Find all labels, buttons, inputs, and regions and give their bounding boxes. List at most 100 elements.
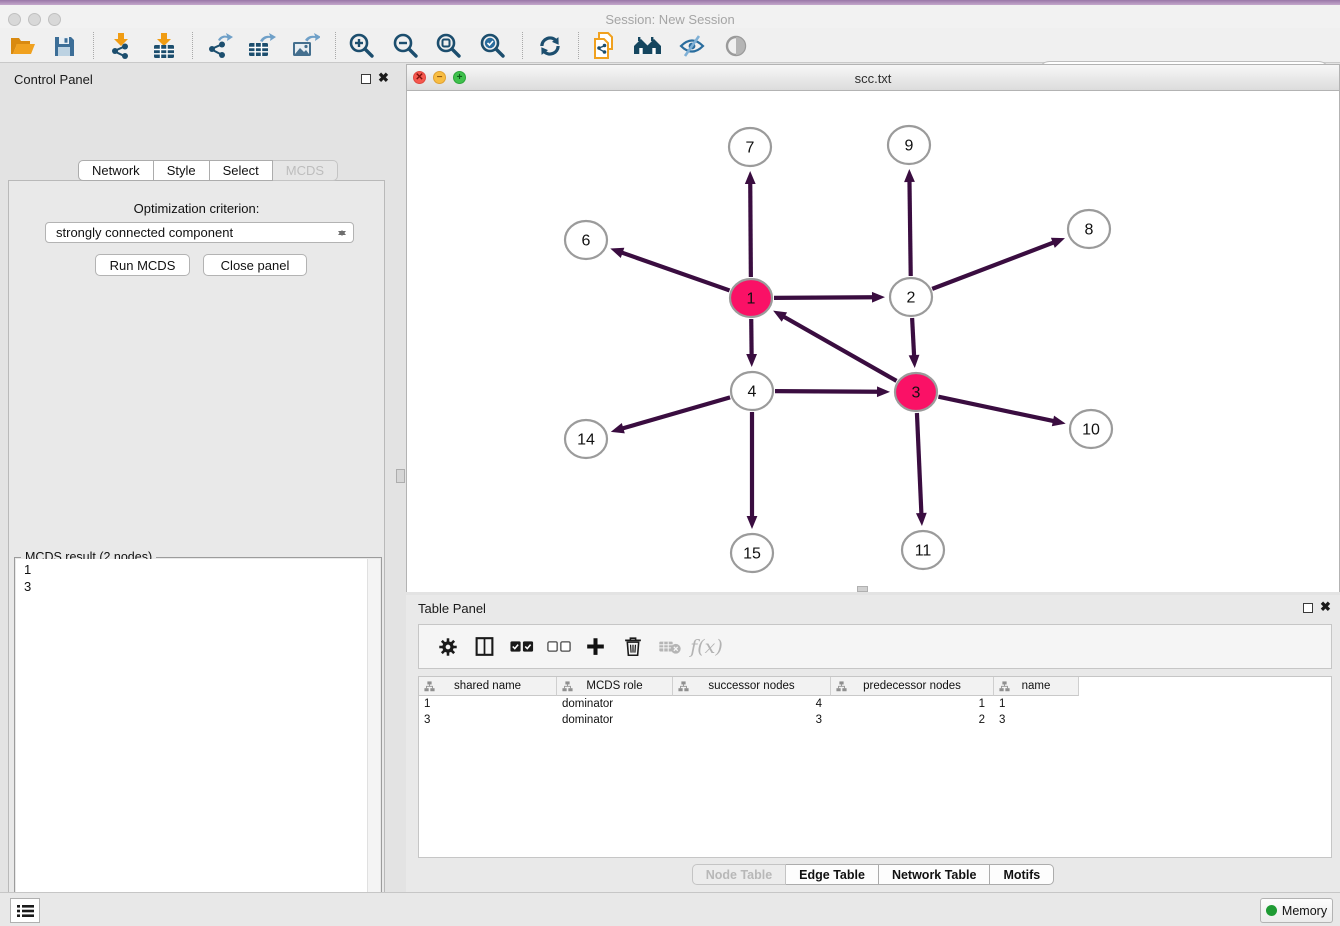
delete-table-icon[interactable] [651,632,688,662]
graph-edge-arrowhead [877,386,890,397]
tab-node-table[interactable]: Node Table [692,864,786,885]
splitter-grip-vertical[interactable] [396,469,405,483]
column-header-predecessor-nodes[interactable]: predecessor nodes [831,677,994,696]
task-history-button[interactable] [10,898,40,923]
optimization-criterion-select[interactable]: strongly connected component [45,222,354,243]
control-panel-title: Control Panel [14,72,93,87]
tab-motifs[interactable]: Motifs [990,864,1054,885]
column-header-label: predecessor nodes [863,680,961,692]
delete-icon[interactable] [614,632,651,662]
unselect-all-columns-icon[interactable] [540,632,577,662]
table-cell[interactable]: 1 [831,696,994,712]
table-cell[interactable]: 3 [673,712,831,728]
function-builder-icon[interactable]: f(x) [688,632,725,662]
hide-selected-icon[interactable] [676,31,708,61]
mcds-result-line: 1 [16,559,380,579]
table-row[interactable]: 1dominator411 [419,696,1331,712]
graph-edge-arrowhead [746,354,757,367]
tab-network-table[interactable]: Network Table [879,864,991,885]
show-hidden-icon[interactable] [720,31,752,61]
tab-mcds[interactable]: MCDS [273,160,338,181]
zoom-out-icon[interactable] [390,31,422,61]
close-panel-icon[interactable]: ✖ [378,70,389,86]
tab-select[interactable]: Select [210,160,273,181]
select-all-columns-icon[interactable] [503,632,540,662]
list-icon [17,904,34,918]
apply-layout-icon[interactable] [534,31,566,61]
float-panel-icon[interactable] [361,74,371,84]
node-table[interactable]: shared nameMCDS role successor nodes prede… [418,676,1332,858]
graph-edge-1-2[interactable] [774,297,874,298]
column-header-name[interactable]: name [994,677,1079,696]
graph-node-label: 9 [905,138,914,155]
graph-edge-arrowhead [1051,238,1065,248]
control-panel-tabs: NetworkStyleSelectMCDS [78,160,338,181]
graph-node-label: 14 [577,432,595,449]
toolbar-separator [192,32,193,59]
graph-node-label: 2 [907,290,916,307]
column-type-icon [424,681,435,692]
table-cell[interactable]: 3 [419,712,557,728]
float-table-panel-icon[interactable] [1303,603,1313,613]
zoom-selected-icon[interactable] [477,31,509,61]
table-cell[interactable]: 2 [831,712,994,728]
column-header-label: successor nodes [708,680,794,692]
table-cell[interactable]: 1 [994,696,1079,712]
graph-edge-3-11[interactable] [917,413,922,515]
export-image-icon[interactable] [289,31,321,61]
table-cell[interactable]: dominator [557,696,673,712]
graph-edge-3-10[interactable] [938,397,1054,422]
table-settings-icon[interactable] [429,632,466,662]
zoom-fit-icon[interactable] [433,31,465,61]
table-cell[interactable]: 3 [994,712,1079,728]
graph-node-label: 8 [1085,222,1094,239]
tab-network[interactable]: Network [78,160,154,181]
graph-edge-2-3[interactable] [912,318,914,357]
column-header-MCDS-role[interactable]: MCDS role [557,677,673,696]
network-file-icon[interactable] [588,31,620,61]
optimization-criterion-value: strongly connected component [56,225,233,240]
split-columns-icon[interactable] [466,632,503,662]
graph-node-label: 15 [743,546,761,563]
memory-button[interactable]: Memory [1260,898,1333,923]
graph-edge-3-1[interactable] [783,316,897,381]
close-table-panel-icon[interactable]: ✖ [1320,599,1331,615]
home-icon[interactable] [632,31,664,61]
open-session-icon[interactable] [7,31,39,61]
graph-edge-1-6[interactable] [621,252,730,290]
export-network-icon[interactable] [204,31,236,61]
mcds-panel: Optimization criterion: strongly connect… [8,180,385,926]
splitter-grip-horizontal[interactable] [857,586,868,592]
column-header-shared-name[interactable]: shared name [419,677,557,696]
table-cell[interactable]: 4 [673,696,831,712]
table-row[interactable]: 3dominator323 [419,712,1331,728]
optimization-criterion-label: Optimization criterion: [9,201,384,216]
zoom-in-icon[interactable] [346,31,378,61]
save-session-icon[interactable] [48,31,80,61]
tab-edge-table[interactable]: Edge Table [786,864,879,885]
close-panel-button[interactable]: Close panel [203,254,307,276]
column-header-successor-nodes[interactable]: successor nodes [673,677,831,696]
add-icon[interactable] [577,632,614,662]
network-window-titlebar[interactable]: ✕ − + scc.txt [407,65,1339,91]
import-network-icon[interactable] [106,31,138,61]
run-mcds-button[interactable]: Run MCDS [95,254,190,276]
table-cell[interactable]: dominator [557,712,673,728]
export-table-icon[interactable] [245,31,277,61]
graph-node-label: 10 [1082,422,1100,439]
result-scrollbar[interactable] [367,559,380,926]
network-graph[interactable]: 7968124314101511 [407,91,1339,592]
import-table-icon[interactable] [148,31,180,61]
network-canvas[interactable]: 7968124314101511 [407,91,1339,592]
tab-style[interactable]: Style [154,160,210,181]
graph-node-label: 6 [582,233,591,250]
table-cell[interactable]: 1 [419,696,557,712]
graph-edge-4-3[interactable] [775,391,879,392]
graph-edge-2-8[interactable] [932,242,1054,289]
graph-edge-arrowhead [747,516,758,529]
main-toolbar [0,28,1340,63]
graph-edge-4-14[interactable] [621,397,730,428]
mcds-result-list[interactable]: 13 [16,559,380,926]
graph-edge-1-7[interactable] [750,182,751,277]
graph-edge-2-9[interactable] [909,180,910,276]
